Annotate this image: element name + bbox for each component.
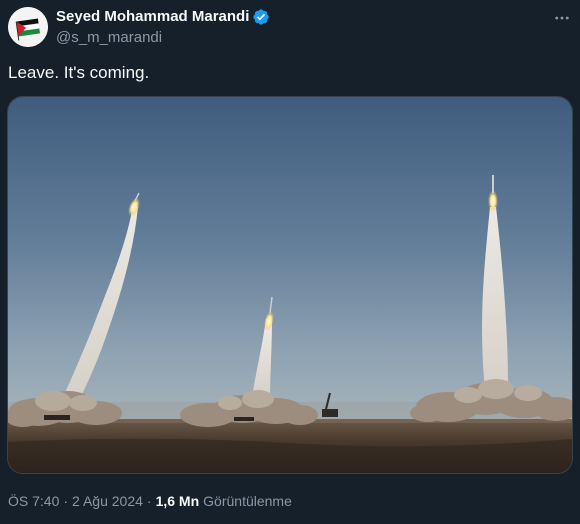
author-info: Seyed Mohammad Marandi @s_m_marandi xyxy=(56,7,270,47)
more-options-button[interactable] xyxy=(550,6,574,30)
meta-separator: · xyxy=(146,493,152,509)
palestine-flag-avatar-icon xyxy=(8,7,48,47)
display-name-row: Seyed Mohammad Marandi xyxy=(56,7,270,26)
tweet-time[interactable]: ÖS 7:40 xyxy=(8,492,59,510)
tweet-text: Leave. It's coming. xyxy=(8,63,150,82)
verified-badge-icon[interactable] xyxy=(252,8,270,26)
display-name[interactable]: Seyed Mohammad Marandi xyxy=(56,7,249,26)
avatar[interactable] xyxy=(8,7,48,47)
tweet-meta: ÖS 7:40 · 2 Ağu 2024 · 1,6 Mn Görüntülen… xyxy=(8,492,292,510)
missile-launch-photo xyxy=(8,97,572,473)
more-horizontal-icon xyxy=(555,16,569,20)
views-label: Görüntülenme xyxy=(203,493,292,509)
views-count[interactable]: 1,6 Mn xyxy=(156,492,200,510)
tweet-date[interactable]: 2 Ağu 2024 xyxy=(72,492,143,510)
tweet-media[interactable] xyxy=(7,96,573,474)
meta-separator: · xyxy=(63,493,69,509)
tweet: Seyed Mohammad Marandi @s_m_marandi Leav… xyxy=(0,0,580,524)
handle[interactable]: @s_m_marandi xyxy=(56,28,270,47)
